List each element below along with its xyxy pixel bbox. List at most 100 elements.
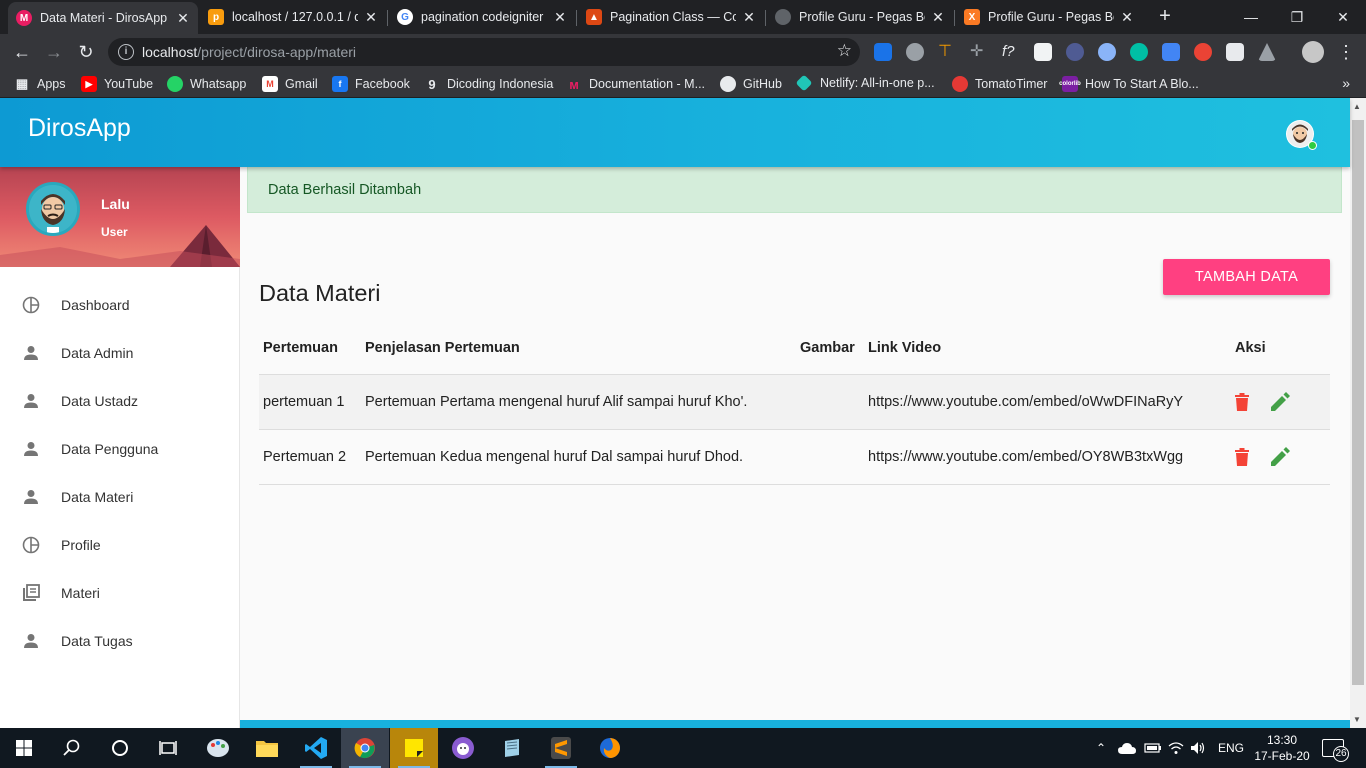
- chrome-icon[interactable]: [341, 728, 389, 768]
- table-row: Pertemuan 2 Pertemuan Kedua mengenal hur…: [259, 429, 1330, 484]
- show-hidden-icons-button[interactable]: ⌃: [1096, 728, 1106, 768]
- materialize-icon: м: [569, 76, 579, 92]
- circle-extension-icon[interactable]: [1098, 43, 1116, 61]
- close-tab-icon[interactable]: ✕: [742, 9, 756, 26]
- firefox-icon[interactable]: [586, 728, 634, 768]
- close-tab-icon[interactable]: ✕: [176, 10, 190, 27]
- paint-app-icon[interactable]: [194, 728, 242, 768]
- browser-tab[interactable]: G pagination codeigniter ✕: [389, 0, 575, 34]
- translate-extension-icon[interactable]: [1162, 43, 1180, 61]
- browser-tab[interactable]: ▲ Pagination Class — Cod ✕: [578, 0, 764, 34]
- delete-button[interactable]: [1235, 392, 1249, 411]
- wifi-icon[interactable]: [1168, 728, 1184, 768]
- sidebar-item-data-admin[interactable]: Data Admin: [0, 329, 240, 377]
- sidebar-item-data-tugas[interactable]: Data Tugas: [0, 617, 240, 665]
- header-avatar[interactable]: [1286, 120, 1317, 150]
- profile-avatar-icon[interactable]: [1302, 41, 1324, 63]
- notes-app-icon[interactable]: [488, 728, 536, 768]
- bookmark-documentation[interactable]: м Documentation - M...: [566, 76, 705, 92]
- function-extension-icon[interactable]: f?: [1002, 43, 1020, 61]
- volume-icon[interactable]: [1190, 728, 1206, 768]
- scroll-down-arrow-icon[interactable]: ▼: [1353, 715, 1361, 724]
- back-button[interactable]: ←: [10, 40, 34, 64]
- user-avatar[interactable]: [26, 182, 80, 236]
- sidebar-item-dashboard[interactable]: Dashboard: [0, 281, 240, 329]
- php-extension-icon[interactable]: [1066, 43, 1084, 61]
- sublime-text-icon[interactable]: [537, 728, 585, 768]
- browser-tab[interactable]: Profile Guru - Pegas Bel ✕: [767, 0, 953, 34]
- sidebar-item-data-pengguna[interactable]: Data Pengguna: [0, 425, 240, 473]
- sidebar-item-profile[interactable]: Profile: [0, 521, 240, 569]
- cortana-icon[interactable]: [96, 728, 144, 768]
- browser-tab-strip: M Data Materi - DirosApp ✕ p localhost /…: [0, 0, 1366, 34]
- url-host: localhost: [142, 44, 198, 60]
- bookmark-facebook[interactable]: f Facebook: [332, 76, 410, 92]
- m-extension-icon[interactable]: [1130, 43, 1148, 61]
- url-path: /project/dirosa-app/materi: [197, 44, 357, 60]
- browser-menu-icon[interactable]: ⋮: [1334, 40, 1358, 64]
- site-info-icon[interactable]: i: [118, 44, 134, 60]
- minimize-window-button[interactable]: —: [1228, 0, 1274, 34]
- page-scrollbar[interactable]: ▲ ▼: [1350, 98, 1366, 728]
- file-explorer-icon[interactable]: [243, 728, 291, 768]
- close-tab-icon[interactable]: ✕: [931, 9, 945, 26]
- scrollbar-thumb[interactable]: [1352, 120, 1364, 685]
- battery-icon[interactable]: [1144, 728, 1162, 768]
- notes-extension-icon[interactable]: [1034, 43, 1052, 61]
- sidebar-item-data-ustadz[interactable]: Data Ustadz: [0, 377, 240, 425]
- more-bookmarks-icon[interactable]: »: [1342, 75, 1350, 91]
- browser-tab[interactable]: M Data Materi - DirosApp ✕: [8, 2, 198, 34]
- app-title[interactable]: DirosApp: [28, 114, 131, 143]
- bookmark-tomatotimer[interactable]: TomatoTimer: [952, 76, 1047, 92]
- browser-tab[interactable]: X Profile Guru - Pegas Bel ✕: [956, 0, 1142, 34]
- close-tab-icon[interactable]: ✕: [553, 9, 567, 26]
- bookmark-how-to-blog[interactable]: colorlib How To Start A Blo...: [1059, 76, 1199, 92]
- edit-button[interactable]: [1271, 392, 1291, 411]
- drive-extension-icon[interactable]: [1258, 43, 1276, 61]
- bookmark-gmail[interactable]: M Gmail: [262, 76, 318, 92]
- bookmark-netlify[interactable]: Netlify: All-in-one p...: [795, 74, 935, 92]
- address-bar[interactable]: i localhost/project/dirosa-app/materi ☆: [108, 38, 860, 66]
- forward-button[interactable]: →: [42, 40, 66, 64]
- sticky-notes-icon[interactable]: [390, 728, 438, 768]
- pencil-icon: [1271, 447, 1291, 466]
- close-tab-icon[interactable]: ✕: [1120, 9, 1134, 26]
- close-tab-icon[interactable]: ✕: [364, 9, 378, 26]
- add-data-button[interactable]: TAMBAH DATA: [1163, 259, 1330, 295]
- bookmark-dicoding[interactable]: 9 Dicoding Indonesia: [424, 76, 553, 92]
- sidebar-item-materi[interactable]: Materi: [0, 569, 240, 617]
- close-window-button[interactable]: ✕: [1320, 0, 1366, 34]
- language-indicator[interactable]: ENG: [1218, 728, 1244, 768]
- bookmark-youtube[interactable]: ▶ YouTube: [81, 76, 153, 92]
- restore-window-button[interactable]: ❐: [1274, 0, 1320, 34]
- extension-icon[interactable]: [874, 43, 892, 61]
- github-desktop-icon[interactable]: [439, 728, 487, 768]
- person-icon: [21, 391, 41, 411]
- delete-button[interactable]: [1235, 447, 1249, 466]
- task-view-icon[interactable]: [144, 728, 192, 768]
- sidebar-item-data-materi[interactable]: Data Materi: [0, 473, 240, 521]
- vscode-icon[interactable]: [292, 728, 340, 768]
- bookmark-apps[interactable]: ▦ Apps: [14, 76, 66, 92]
- scroll-up-arrow-icon[interactable]: ▲: [1353, 102, 1361, 111]
- bookmark-whatsapp[interactable]: Whatsapp: [167, 76, 246, 92]
- new-tab-button[interactable]: +: [1154, 5, 1176, 27]
- onedrive-cloud-icon[interactable]: [1118, 728, 1136, 768]
- edit-button[interactable]: [1271, 447, 1291, 466]
- gear-extension-icon[interactable]: [906, 43, 924, 61]
- user-card: Lalu User: [0, 167, 240, 267]
- browser-tab[interactable]: p localhost / 127.0.0.1 / d ✕: [200, 0, 386, 34]
- facebook-icon: f: [332, 76, 348, 92]
- notification-center-icon[interactable]: 26: [1322, 728, 1349, 768]
- bookmark-star-icon[interactable]: ☆: [837, 41, 852, 61]
- windows-start-icon[interactable]: [0, 728, 48, 768]
- search-icon[interactable]: [48, 728, 96, 768]
- fire-extension-icon[interactable]: [1194, 43, 1212, 61]
- m-logo-icon: M: [16, 10, 32, 26]
- system-clock[interactable]: 13:30 17-Feb-20: [1250, 732, 1314, 764]
- crosshair-extension-icon[interactable]: ✛: [970, 43, 988, 61]
- reload-button[interactable]: ↻: [74, 40, 98, 64]
- ruler-extension-icon[interactable]: ⊤: [938, 43, 956, 61]
- bookmark-github[interactable]: GitHub: [720, 76, 782, 92]
- cube-extension-icon[interactable]: [1226, 43, 1244, 61]
